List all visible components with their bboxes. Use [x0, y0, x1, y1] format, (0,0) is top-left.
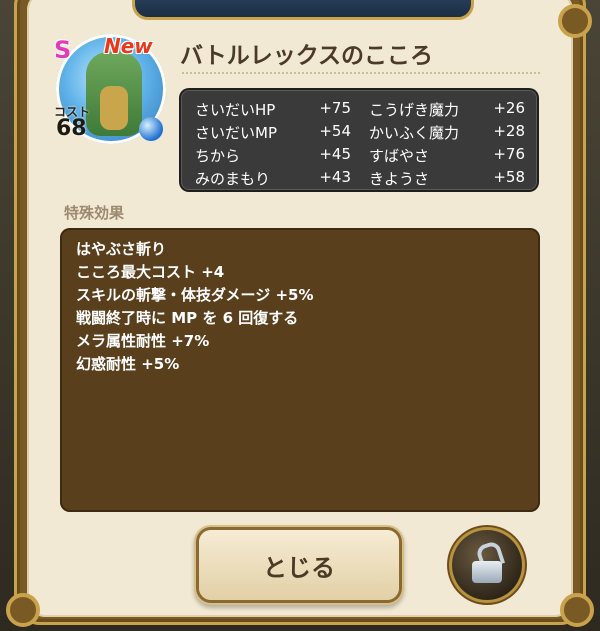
- title-divider: [182, 72, 540, 74]
- stat-label: みのまもり: [195, 170, 271, 188]
- cost-value: 68: [56, 116, 87, 141]
- stat-label: さいだいMP: [195, 124, 277, 142]
- stat-value: +45: [319, 145, 351, 163]
- stat-value: +26: [493, 99, 525, 117]
- stat-value: +28: [493, 122, 525, 140]
- stat-row: みのまもり +43 きようさ +58: [181, 165, 537, 189]
- corner-ornament: [6, 593, 40, 627]
- corner-ornament: [560, 593, 594, 627]
- top-ornament: [132, 0, 474, 20]
- stat-label: こうげき魔力: [369, 101, 460, 119]
- effects-heading: 特殊効果: [64, 204, 125, 222]
- rank-badge: S: [54, 36, 72, 64]
- blue-orb-icon: [139, 117, 163, 141]
- effect-line: メラ属性耐性 +7%: [76, 332, 210, 350]
- stat-row: ちから +45 すばやさ +76: [181, 142, 537, 166]
- new-badge: New: [104, 34, 153, 58]
- stats-table: さいだいHP +75 こうげき魔力 +26 さいだいMP +54 かいふく魔力 …: [181, 90, 537, 190]
- stat-row: さいだいMP +54 かいふく魔力 +28: [181, 119, 537, 143]
- stat-label: すばやさ: [369, 147, 430, 165]
- stat-value: +58: [493, 168, 525, 186]
- effect-line: こころ最大コスト +4: [76, 263, 225, 281]
- stat-value: +54: [319, 122, 351, 140]
- stat-label: ちから: [195, 147, 241, 165]
- card-title: バトルレックスのこころ: [180, 43, 433, 69]
- stat-value: +75: [319, 99, 351, 117]
- padlock-body: [472, 561, 502, 583]
- stat-row: さいだいHP +75 こうげき魔力 +26: [181, 96, 537, 120]
- corner-ornament: [558, 4, 592, 38]
- effect-line: はやぶさ斬り: [76, 240, 167, 258]
- effect-line: 幻惑耐性 +5%: [76, 355, 180, 373]
- stat-label: さいだいHP: [195, 101, 276, 119]
- stat-value: +76: [493, 145, 525, 163]
- stat-value: +43: [319, 168, 351, 186]
- monster-belly: [100, 86, 128, 130]
- stat-label: かいふく魔力: [369, 124, 460, 142]
- stat-label: きようさ: [369, 170, 430, 188]
- close-button[interactable]: とじる: [199, 530, 399, 600]
- effect-line: スキルの斬撃・体技ダメージ +5%: [76, 286, 314, 304]
- effect-line: 戦闘終了時に MP を 6 回復する: [76, 309, 299, 327]
